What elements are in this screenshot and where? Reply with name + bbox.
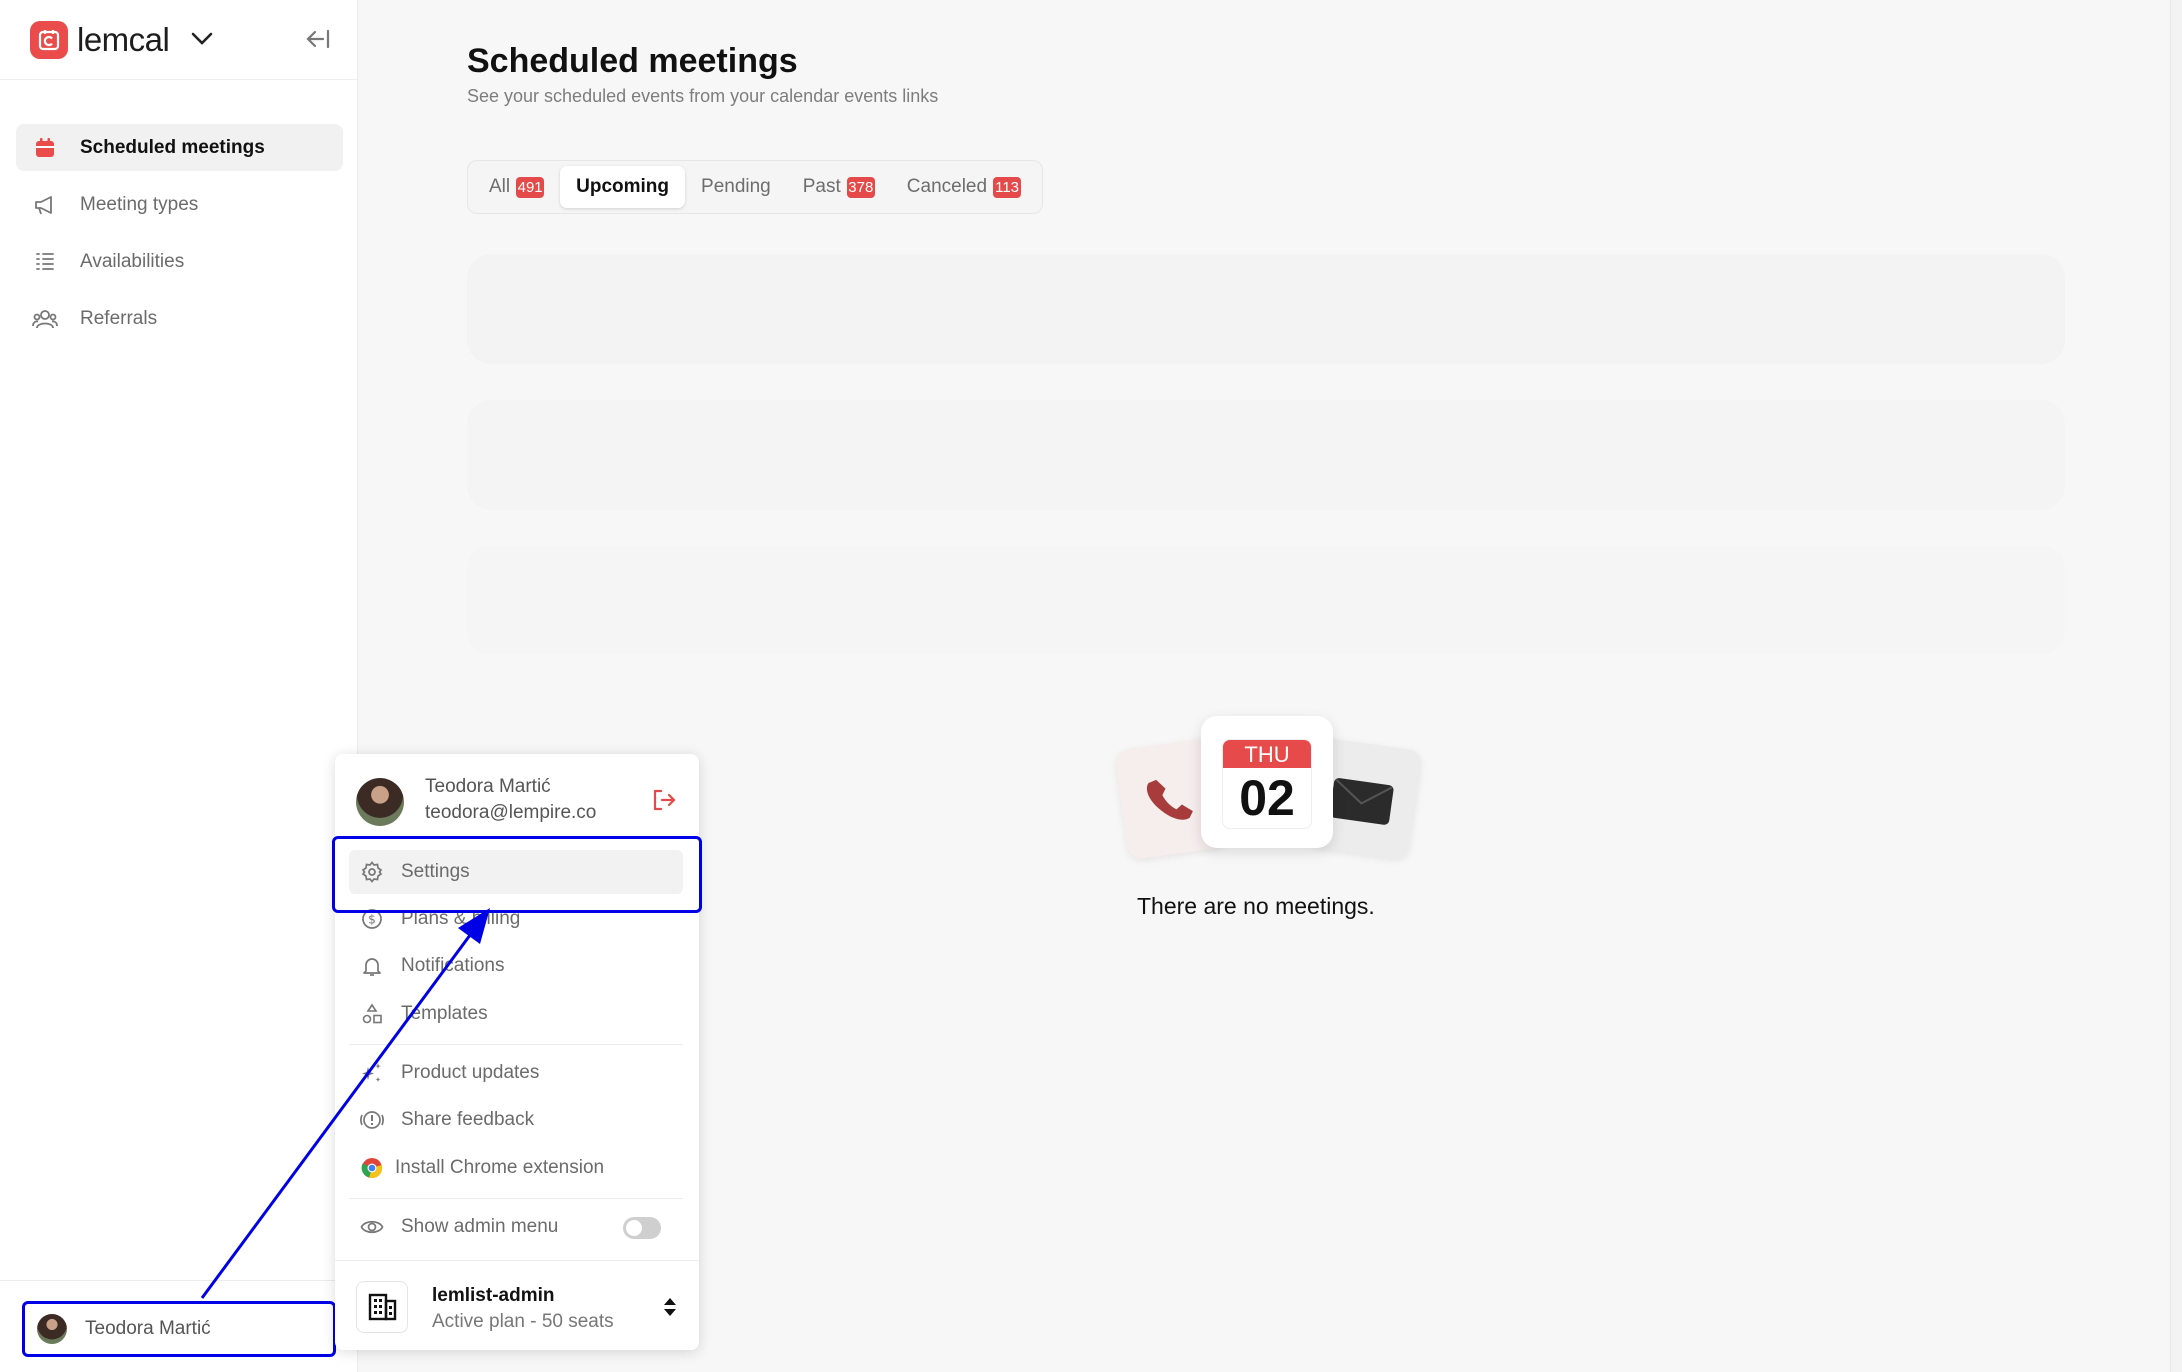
meeting-filter-tabs: All 491 Upcoming Pending Past 378 Cancel… (467, 160, 1044, 214)
user-menu-button[interactable]: Teodora Martić (22, 1301, 336, 1357)
organization-switcher[interactable]: lemlist-admin Active plan - 50 seats (335, 1260, 699, 1350)
menu-item-share-feedback[interactable]: Share feedback (349, 1098, 683, 1142)
menu-item-notifications[interactable]: Notifications (349, 944, 683, 988)
calendar-day-name: THU (1223, 740, 1311, 768)
sidebar-item-referrals[interactable]: Referrals (16, 295, 343, 342)
user-name: Teodora Martić (85, 1318, 211, 1339)
menu-item-install-chrome-extension[interactable]: Install Chrome extension (349, 1146, 683, 1190)
tab-label: Pending (701, 176, 771, 197)
brand-header: lemcal (0, 0, 357, 80)
menu-item-templates[interactable]: Templates (349, 992, 683, 1036)
toggle-knob (626, 1220, 642, 1236)
megaphone-icon (32, 192, 58, 218)
menu-item-label: Show admin menu (401, 1216, 559, 1237)
tab-label: Upcoming (576, 176, 670, 197)
tab-past[interactable]: Past 378 (787, 166, 891, 208)
avatar (37, 1314, 67, 1344)
building-icon (356, 1281, 408, 1333)
menu-item-label: Notifications (401, 955, 505, 976)
sidebar-item-label: Referrals (80, 307, 158, 329)
menu-item-product-updates[interactable]: Product updates (349, 1051, 683, 1095)
sidebar-footer: Teodora Martić (0, 1280, 358, 1372)
tab-label: All (489, 176, 511, 197)
menu-item-show-admin-menu[interactable]: Show admin menu (349, 1205, 683, 1249)
menu-divider (349, 1198, 683, 1199)
sort-arrows-icon[interactable] (663, 1297, 677, 1322)
envelope-icon (1326, 773, 1396, 832)
calendar-day-number: 02 (1239, 770, 1295, 826)
calendar-icon (32, 135, 58, 161)
page-subtitle: See your scheduled events from your cale… (467, 86, 939, 106)
shapes-icon (359, 1001, 385, 1027)
tab-label: Canceled (906, 176, 988, 197)
chrome-icon (359, 1155, 385, 1181)
count-badge: 491 (516, 176, 545, 198)
menu-item-label: Product updates (401, 1062, 540, 1083)
svg-text:$: $ (368, 913, 376, 927)
count-badge: 378 (846, 176, 875, 198)
users-icon (32, 306, 58, 332)
collapse-sidebar-icon[interactable] (305, 27, 331, 56)
menu-user-email: teodora@lempire.co (425, 802, 597, 823)
loading-placeholder (467, 400, 2065, 510)
tab-canceled[interactable]: Canceled 113 (891, 166, 1037, 208)
count-badge: 113 (993, 176, 1022, 198)
menu-user-name: Teodora Martić (425, 776, 551, 797)
empty-state-illustration: THU 02 (1113, 716, 1424, 861)
sidebar-nav: Scheduled meetings Meeting types Availab… (0, 80, 357, 342)
org-name: lemlist-admin (432, 1285, 555, 1306)
tab-all[interactable]: All 491 (473, 166, 560, 208)
logout-icon[interactable] (651, 788, 677, 817)
org-plan: Active plan - 50 seats (432, 1311, 614, 1332)
feedback-icon (359, 1107, 385, 1133)
sidebar: lemcal Scheduled meetings Meeting types … (0, 0, 358, 1372)
list-icon (32, 249, 58, 275)
calendar-card: THU 02 (1201, 716, 1333, 848)
page-scrollbar[interactable] (2170, 0, 2182, 1372)
brand-name: lemcal (77, 20, 170, 58)
tab-upcoming[interactable]: Upcoming (560, 166, 686, 208)
page-title: Scheduled meetings (467, 42, 798, 80)
settings-highlight-annotation (332, 836, 702, 913)
sidebar-item-meeting-types[interactable]: Meeting types (16, 181, 343, 228)
menu-item-label: Share feedback (401, 1109, 535, 1130)
chevron-down-icon[interactable] (191, 32, 213, 51)
menu-divider (349, 1044, 683, 1045)
sidebar-item-scheduled-meetings[interactable]: Scheduled meetings (16, 124, 343, 171)
menu-item-label: Templates (401, 1003, 488, 1024)
sidebar-item-label: Meeting types (80, 193, 199, 215)
menu-item-label: Install Chrome extension (395, 1157, 605, 1178)
calendar-date-icon: THU 02 (1222, 739, 1312, 829)
eye-icon (359, 1214, 385, 1240)
sparkle-icon (359, 1060, 385, 1086)
empty-state-message: There are no meetings. (1137, 893, 1375, 919)
sidebar-item-label: Scheduled meetings (80, 136, 265, 158)
menu-user-header: Teodora Martić teodora@lempire.co (335, 754, 699, 842)
tab-pending[interactable]: Pending (685, 166, 787, 208)
loading-placeholder (467, 254, 2065, 364)
lemcal-logo-icon[interactable] (30, 20, 68, 59)
tab-label: Past (802, 176, 841, 197)
avatar (356, 778, 404, 826)
bell-icon (359, 953, 385, 979)
admin-menu-toggle[interactable] (623, 1217, 661, 1239)
sidebar-item-availabilities[interactable]: Availabilities (16, 238, 343, 285)
phone-icon (1140, 770, 1208, 839)
loading-placeholder (467, 545, 2065, 655)
sidebar-item-label: Availabilities (80, 250, 185, 272)
